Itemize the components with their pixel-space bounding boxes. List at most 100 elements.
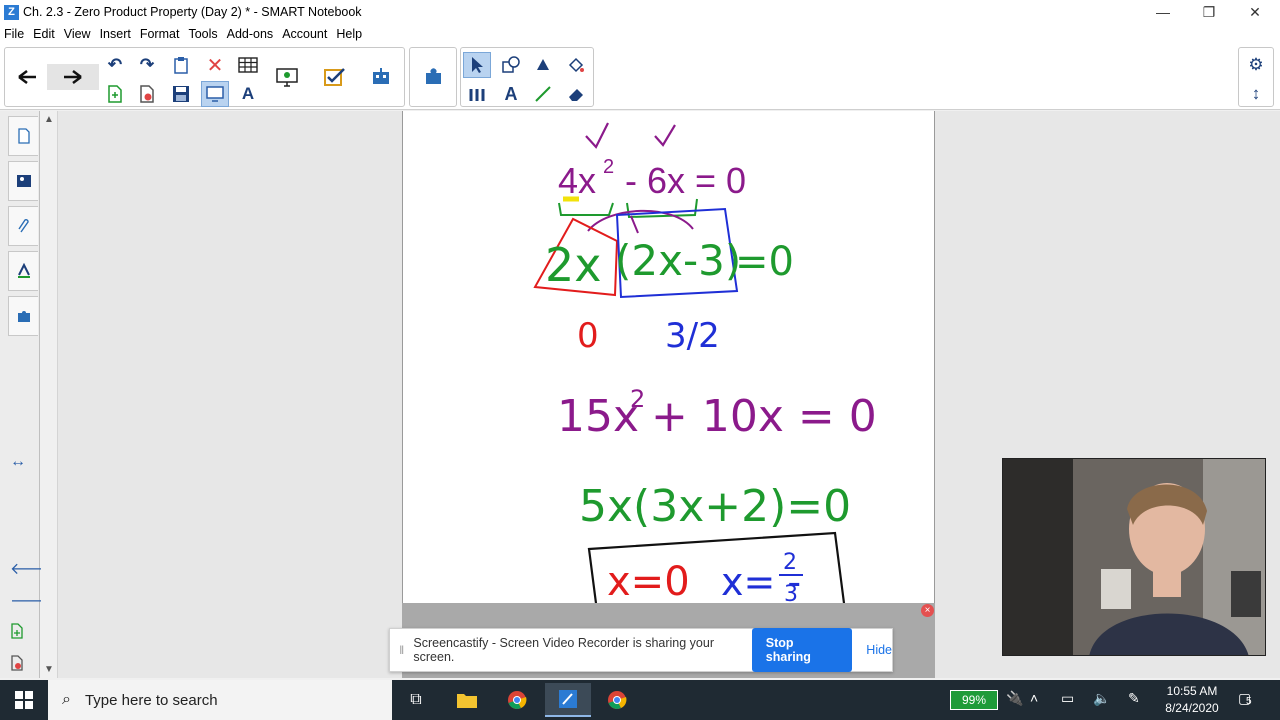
chrome-icon bbox=[608, 691, 627, 709]
menu-edit[interactable]: Edit bbox=[33, 27, 55, 41]
show-hidden-icons-button[interactable]: ˄ bbox=[1030, 690, 1038, 706]
clock-date: 8/24/2020 bbox=[1165, 701, 1219, 715]
hide-button[interactable]: Hide bbox=[866, 643, 892, 657]
add-page-button[interactable] bbox=[101, 81, 129, 107]
menu-help[interactable]: Help bbox=[336, 27, 362, 41]
next-page-button[interactable] bbox=[47, 64, 99, 90]
notebook-page[interactable]: 4x 2 - 6x = 0 2x (2x-3) =0 0 3/2 15x 2 +… bbox=[402, 111, 935, 603]
action-center-button[interactable]: ▢ 5 bbox=[1238, 690, 1252, 707]
settings-button[interactable]: ⚙ bbox=[1242, 52, 1270, 78]
task-view-icon: ⧉ bbox=[410, 691, 422, 708]
shapes-tool-button[interactable] bbox=[497, 52, 525, 78]
tools-menu-button[interactable] bbox=[463, 81, 491, 107]
close-overlay-button[interactable]: × bbox=[921, 604, 934, 617]
display-button[interactable] bbox=[273, 64, 301, 90]
add-page-icon bbox=[11, 623, 23, 639]
battery-indicator[interactable]: 99% bbox=[950, 690, 998, 710]
equation-1-rest: - 6x = 0 bbox=[625, 160, 746, 201]
line-icon bbox=[535, 86, 551, 102]
gear-icon: ⚙ bbox=[1248, 55, 1264, 74]
redo-button[interactable]: ↷ bbox=[133, 52, 161, 78]
menu-insert[interactable]: Insert bbox=[100, 27, 131, 41]
main-tool-group: ↶ ↷ ✕ A bbox=[4, 47, 405, 107]
activity-builder-button[interactable] bbox=[367, 64, 395, 90]
sidebar-delete-page-button[interactable] bbox=[10, 655, 24, 676]
menu-file[interactable]: File bbox=[4, 27, 24, 41]
delete-button[interactable]: ✕ bbox=[201, 52, 229, 78]
gallery-tab[interactable] bbox=[8, 161, 38, 201]
cursor-icon bbox=[472, 57, 483, 73]
undo-button[interactable]: ↶ bbox=[101, 52, 129, 78]
pen-icon bbox=[537, 59, 549, 70]
restore-button[interactable]: ❐ bbox=[1186, 0, 1232, 24]
battery-icon[interactable]: ▭ bbox=[1061, 690, 1074, 707]
paperclip-icon bbox=[17, 219, 29, 233]
answer-2-denominator: 3 bbox=[784, 582, 798, 603]
clock[interactable]: 10:55 AM 8/24/2020 bbox=[1152, 683, 1232, 717]
paste-button[interactable] bbox=[167, 52, 195, 78]
volume-icon[interactable]: 🔈 bbox=[1093, 690, 1110, 707]
eraser-tool-button[interactable] bbox=[562, 81, 590, 107]
previous-page-button[interactable] bbox=[13, 64, 41, 90]
webcam-video bbox=[1003, 459, 1265, 655]
pens-icon bbox=[469, 89, 485, 101]
page-sorter-tab[interactable] bbox=[8, 116, 38, 156]
move-sidebar-button[interactable]: ↔ bbox=[10, 453, 26, 471]
attachments-tab[interactable] bbox=[8, 206, 38, 246]
side-panel: ↔ 🡐 🡒 bbox=[0, 111, 53, 678]
paint-bucket-icon bbox=[568, 57, 584, 73]
properties-tab[interactable] bbox=[8, 251, 38, 291]
move-toolbar-button[interactable]: ↕ bbox=[1242, 81, 1270, 107]
screen-shade-button[interactable] bbox=[201, 81, 229, 107]
menu-view[interactable]: View bbox=[64, 27, 91, 41]
vertical-arrows-icon: ↕ bbox=[1251, 84, 1261, 103]
stop-sharing-button[interactable]: Stop sharing bbox=[751, 628, 853, 672]
text-tool-menu-button[interactable]: A bbox=[234, 81, 262, 107]
gallery-icon bbox=[16, 175, 31, 187]
whiteboard-canvas: 4x 2 - 6x = 0 2x (2x-3) =0 0 3/2 15x 2 +… bbox=[533, 122, 877, 603]
task-view-button[interactable]: ⧉ bbox=[398, 686, 434, 714]
answer-1: x=0 bbox=[607, 559, 690, 603]
vertical-scrollbar[interactable]: ▲ ▼ bbox=[41, 111, 58, 678]
chrome-window-button[interactable] bbox=[599, 686, 635, 714]
taskbar-search[interactable]: ⌕ Type here to search bbox=[48, 680, 392, 720]
sidebar-add-page-button[interactable] bbox=[10, 623, 24, 644]
menu-format[interactable]: Format bbox=[140, 27, 180, 41]
search-icon: ⌕ bbox=[62, 691, 71, 708]
file-explorer-button[interactable] bbox=[449, 686, 485, 714]
menu-tools[interactable]: Tools bbox=[188, 27, 217, 41]
close-button[interactable]: ✕ bbox=[1232, 0, 1278, 24]
smart-notebook-taskbar-button[interactable] bbox=[545, 683, 591, 717]
smart-notebook-icon: Z bbox=[4, 4, 19, 20]
clipboard-icon bbox=[174, 57, 188, 74]
webcam-overlay bbox=[1002, 458, 1266, 656]
equation-2-exponent: 2 bbox=[630, 385, 645, 413]
response-button[interactable] bbox=[321, 64, 349, 90]
fill-tool-button[interactable] bbox=[562, 52, 590, 78]
pen-workspace-icon[interactable]: ✎ bbox=[1128, 690, 1140, 707]
save-button[interactable] bbox=[167, 81, 195, 107]
bracket-mark bbox=[558, 202, 614, 216]
line-tool-button[interactable] bbox=[529, 81, 557, 107]
select-tool-button[interactable] bbox=[463, 52, 491, 78]
table-button[interactable] bbox=[234, 52, 262, 78]
chevron-up-icon: ˄ bbox=[1030, 690, 1039, 706]
start-button[interactable] bbox=[0, 680, 48, 720]
text-tool-button[interactable]: A bbox=[497, 81, 525, 107]
delete-page-button[interactable] bbox=[133, 81, 161, 107]
clock-time: 10:55 AM bbox=[1166, 684, 1218, 698]
chrome-button[interactable] bbox=[499, 686, 535, 714]
addons-button[interactable] bbox=[420, 64, 448, 90]
menu-account[interactable]: Account bbox=[282, 27, 327, 41]
addons-tab[interactable] bbox=[8, 296, 38, 336]
redo-icon: ↷ bbox=[139, 55, 155, 74]
menu-addons[interactable]: Add-ons bbox=[227, 27, 274, 41]
minimize-button[interactable]: — bbox=[1140, 0, 1186, 24]
answer-2-numerator: 2 bbox=[783, 550, 797, 575]
scroll-down-icon: ▼ bbox=[44, 664, 54, 675]
pen-tool-button[interactable] bbox=[529, 52, 557, 78]
equation-3: 5x(3x+2)=0 bbox=[579, 481, 851, 532]
drag-handle-icon[interactable]: ‖ bbox=[396, 643, 407, 657]
addons-tool-group bbox=[409, 47, 457, 107]
power-plug-icon: 🔌 bbox=[1006, 690, 1024, 706]
